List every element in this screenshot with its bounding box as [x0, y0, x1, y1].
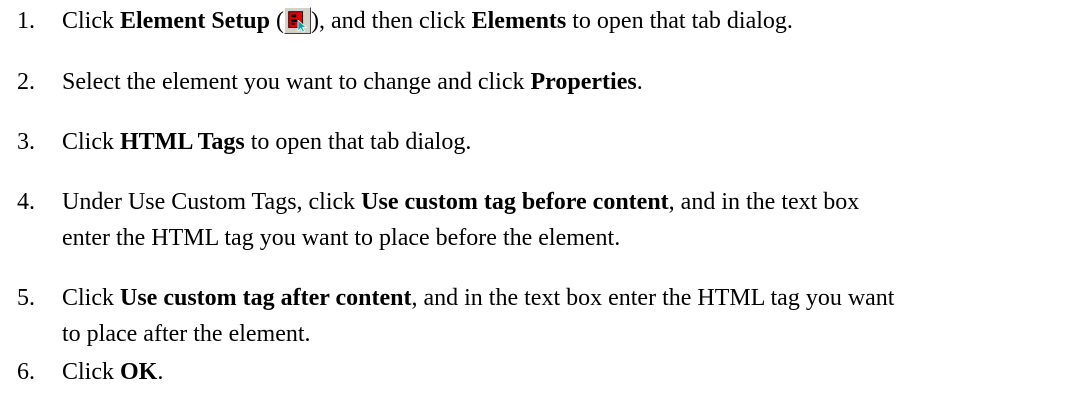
step-number: 6. — [17, 359, 35, 385]
procedure-steps: 1. Click Element Setup ( ), and then cli… — [0, 0, 1066, 398]
step-number: 2. — [17, 69, 35, 95]
step-text: Under Use Custom Tags, click Use custom … — [62, 189, 860, 251]
step-number: 4. — [17, 189, 35, 215]
step-text: Select the element you want to change an… — [62, 69, 643, 95]
ui-label-ok: OK — [120, 359, 158, 385]
step-number: 3. — [17, 129, 35, 155]
step-text: Click Use custom tag after content, and … — [62, 285, 895, 347]
ui-label-use-custom-tag-after: Use custom tag after content — [120, 285, 412, 311]
element-setup-icon — [284, 6, 311, 34]
step-text: Click Element Setup ( ), and then click … — [62, 6, 793, 34]
ui-label-use-custom-tag-before: Use custom tag before content — [361, 189, 669, 215]
ui-label-element-setup: Element Setup — [120, 8, 270, 34]
ui-label-html-tags: HTML Tags — [120, 129, 245, 155]
step-number: 1. — [17, 8, 35, 34]
step-number: 5. — [17, 285, 35, 311]
ui-label-properties: Properties — [530, 69, 637, 95]
ui-label-elements: Elements — [471, 8, 567, 34]
step-text: Click OK. — [62, 359, 164, 385]
step-text: Click HTML Tags to open that tab dialog. — [62, 129, 472, 155]
